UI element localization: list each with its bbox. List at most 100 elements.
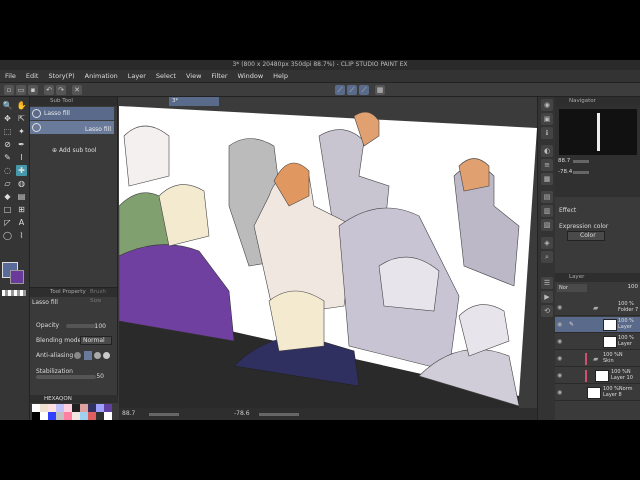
- navigator-zoom-slider[interactable]: [573, 160, 589, 163]
- zoom-tool-icon[interactable]: 🔍: [2, 100, 13, 111]
- stabilization-value[interactable]: 50: [96, 371, 104, 382]
- canvas-area[interactable]: 3* 88.7 -78.6: [119, 97, 537, 420]
- eye-icon[interactable]: ◉: [557, 355, 562, 362]
- layer-row-selected[interactable]: ◉ ✎ 100 % Layer: [555, 317, 640, 333]
- info-panel-icon[interactable]: ℹ: [541, 127, 553, 139]
- menu-filter[interactable]: Filter: [206, 70, 232, 83]
- color-swatch[interactable]: [80, 404, 88, 412]
- auto-select-tool-icon[interactable]: ✦: [16, 126, 27, 137]
- color-swatch[interactable]: [32, 412, 40, 420]
- tool-property-tab[interactable]: Tool Property Brush Size: [30, 288, 117, 304]
- material-panel-icon-2[interactable]: ▥: [541, 205, 553, 217]
- rotate-slider[interactable]: [259, 413, 299, 416]
- undo-icon[interactable]: ↶: [44, 85, 54, 95]
- layer-row[interactable]: ◉ 100 %N Layer 10: [555, 368, 640, 384]
- color-wheel-panel-icon[interactable]: ◐: [541, 145, 553, 157]
- new-file-icon[interactable]: ▫: [4, 85, 14, 95]
- eye-icon[interactable]: ◉: [557, 338, 562, 345]
- correct-line-tool-icon[interactable]: ⌇: [16, 230, 27, 241]
- color-swatch[interactable]: [64, 404, 72, 412]
- opacity-slider[interactable]: [66, 324, 96, 328]
- frame-tool-icon[interactable]: ⊞: [16, 204, 27, 215]
- color-swatch[interactable]: [40, 412, 48, 420]
- hand-tool-icon[interactable]: ✋: [16, 100, 27, 111]
- selection-tool-icon[interactable]: ⬚: [2, 126, 13, 137]
- sub-view-panel-icon[interactable]: ▣: [541, 113, 553, 125]
- layer-row[interactable]: ◉ 100 % Layer: [555, 334, 640, 350]
- layer-panel-icon[interactable]: ☰: [541, 277, 553, 289]
- color-swatch[interactable]: [88, 404, 96, 412]
- blend-tool-icon[interactable]: ◍: [16, 178, 27, 189]
- color-swatch[interactable]: [56, 412, 64, 420]
- navigator-angle[interactable]: -78.4: [558, 169, 572, 175]
- snap-special-ruler-icon[interactable]: ⟋: [347, 85, 357, 95]
- color-swatch[interactable]: [104, 404, 112, 412]
- bucket-tool-icon[interactable]: ◆: [2, 191, 13, 202]
- color-swatch[interactable]: [64, 412, 72, 420]
- document-tab[interactable]: 3*: [169, 97, 219, 106]
- move-tool-icon[interactable]: ✥: [2, 113, 13, 124]
- eye-icon[interactable]: ◉: [557, 372, 562, 379]
- eye-icon[interactable]: ◉: [557, 389, 562, 396]
- animation-panel-icon[interactable]: ▶: [541, 291, 553, 303]
- snap-ruler-icon[interactable]: ⟋: [335, 85, 345, 95]
- color-swatch[interactable]: [48, 404, 56, 412]
- selection-launcher-icon[interactable]: ▦: [375, 85, 385, 95]
- layer-property-panel-icon[interactable]: ◈: [541, 237, 553, 249]
- add-sub-tool-button[interactable]: ⊕ Add sub tool: [52, 147, 96, 154]
- color-swatch[interactable]: [72, 404, 80, 412]
- layer-row[interactable]: ◉ ▰ 100 % Folder 7: [555, 300, 640, 316]
- color-swatch[interactable]: [80, 412, 88, 420]
- save-icon[interactable]: ▪: [28, 85, 38, 95]
- text-tool-icon[interactable]: A: [16, 217, 27, 228]
- color-set-panel-icon[interactable]: ▦: [541, 173, 553, 185]
- eyedropper-tool-icon[interactable]: ⊘: [2, 139, 13, 150]
- color-swatch[interactable]: [96, 412, 104, 420]
- zoom-slider[interactable]: [149, 413, 179, 416]
- material-panel-icon-3[interactable]: ▧: [541, 219, 553, 231]
- blending-mode-select[interactable]: Normal: [80, 336, 112, 345]
- eye-icon[interactable]: ◉: [557, 321, 562, 328]
- color-swatch[interactable]: [88, 412, 96, 420]
- open-icon[interactable]: ▭: [16, 85, 26, 95]
- color-swatch[interactable]: [56, 404, 64, 412]
- menu-layer[interactable]: Layer: [123, 70, 151, 83]
- operation-tool-icon[interactable]: ⇱: [16, 113, 27, 124]
- figure-tool-icon[interactable]: □: [2, 204, 13, 215]
- subtool-item-lasso-fill[interactable]: Lasso fill: [30, 107, 114, 120]
- fill-tool-icon[interactable]: ✚: [16, 165, 27, 176]
- layer-blend-select[interactable]: Nor: [557, 284, 587, 292]
- zoom-value[interactable]: 88.7: [122, 408, 135, 420]
- layer-row[interactable]: ◉ ▰ 100 %N Skin: [555, 351, 640, 367]
- eraser-tool-icon[interactable]: ▱: [2, 178, 13, 189]
- stabilization-slider[interactable]: [36, 375, 96, 379]
- angle-value[interactable]: -78.6: [234, 408, 250, 420]
- clear-icon[interactable]: ✕: [72, 85, 82, 95]
- navigator-zoom[interactable]: 88.7: [558, 158, 570, 164]
- snap-grid-icon[interactable]: ⟋: [359, 85, 369, 95]
- brush-tool-icon[interactable]: ⅼ: [16, 152, 27, 163]
- ruler-tool-icon[interactable]: ◸: [2, 217, 13, 228]
- material-panel-icon[interactable]: ▤: [541, 191, 553, 203]
- layer-tab[interactable]: Layer: [555, 273, 640, 282]
- aa-none-button[interactable]: [74, 352, 81, 359]
- aa-weak-button[interactable]: [84, 351, 92, 360]
- redo-icon[interactable]: ↷: [56, 85, 66, 95]
- balloon-tool-icon[interactable]: ◯: [2, 230, 13, 241]
- pen-tool-icon[interactable]: ✒: [16, 139, 27, 150]
- menu-view[interactable]: View: [181, 70, 206, 83]
- aa-medium-button[interactable]: [94, 352, 101, 359]
- subtool-tab[interactable]: Sub Tool: [30, 97, 117, 106]
- navigator-panel-icon[interactable]: ◉: [541, 99, 553, 111]
- color-slider-panel-icon[interactable]: ≡: [541, 159, 553, 171]
- navigator-rotate-slider[interactable]: [573, 171, 589, 174]
- transparent-color-swatch[interactable]: [2, 290, 26, 296]
- menu-story[interactable]: Story(P): [43, 70, 79, 83]
- color-swatch[interactable]: [96, 404, 104, 412]
- aa-strong-button[interactable]: [103, 352, 110, 359]
- navigator-preview[interactable]: [559, 109, 637, 155]
- color-swatch[interactable]: [40, 404, 48, 412]
- subtool-item-lasso-fill-2[interactable]: Lasso fill: [30, 121, 114, 134]
- navigator-tab[interactable]: Navigator: [555, 97, 640, 106]
- menu-animation[interactable]: Animation: [80, 70, 123, 83]
